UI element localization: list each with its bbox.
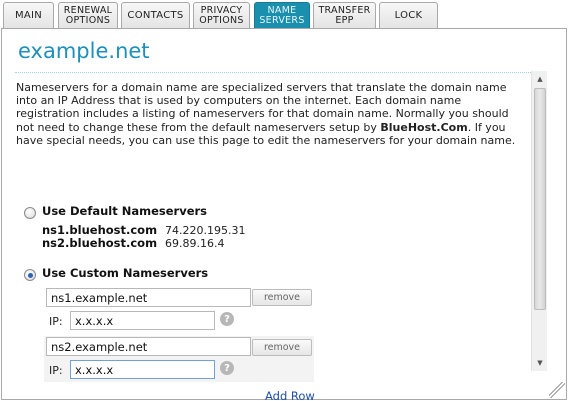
tab-privacy-options[interactable]: PRIVACY OPTIONS	[193, 2, 250, 28]
tab-contacts[interactable]: CONTACTS	[121, 2, 190, 28]
default-ns2-ip: 69.89.16.4	[165, 237, 225, 250]
resize-grip-icon[interactable]	[549, 382, 565, 398]
title-divider	[15, 72, 547, 73]
tab-lock-label: LOCK	[394, 9, 423, 21]
tab-renewal-options-label: RENEWAL OPTIONS	[63, 5, 113, 26]
description-text: Nameservers for a domain name are specia…	[16, 81, 526, 147]
help-icon[interactable]: ?	[220, 361, 234, 375]
add-row-link[interactable]: Add Row	[265, 389, 315, 400]
remove-row-1-button[interactable]: remove	[252, 289, 312, 306]
tab-transfer-epp[interactable]: TRANSFER EPP	[313, 2, 376, 28]
ip-2-input[interactable]	[70, 360, 215, 379]
custom-nameservers-label[interactable]: Use Custom Nameservers	[42, 266, 208, 280]
tab-transfer-epp-label: TRANSFER EPP	[318, 5, 371, 26]
default-nameservers-radio[interactable]	[24, 207, 36, 219]
scrollbar-thumb[interactable]	[534, 88, 546, 310]
scroll-up-arrow-icon[interactable]: ▲	[532, 71, 548, 87]
domain-title: example.net	[18, 39, 150, 63]
tab-name-servers-label: NAME SERVERS	[259, 5, 305, 26]
ip-2-label: IP:	[49, 364, 63, 377]
ip-1-label: IP:	[49, 315, 63, 328]
default-ns1-host: ns1.bluehost.com	[42, 223, 158, 237]
default-ns2-host: ns2.bluehost.com	[42, 236, 158, 250]
tab-privacy-options-label: PRIVACY OPTIONS	[199, 5, 244, 26]
tab-main-label: MAIN	[14, 9, 43, 21]
description-brand: BlueHost.Com	[380, 120, 468, 134]
tab-main[interactable]: MAIN	[3, 2, 54, 28]
ip-1-input[interactable]	[70, 311, 215, 330]
vertical-scrollbar[interactable]: ▲ ▼	[531, 71, 547, 371]
name-servers-panel: example.net Nameservers for a domain nam…	[1, 28, 567, 400]
default-ns1-ip: 74.220.195.31	[165, 224, 246, 237]
tab-renewal-options[interactable]: RENEWAL OPTIONS	[58, 2, 118, 28]
scroll-down-arrow-icon[interactable]: ▼	[532, 355, 548, 371]
tab-bar: MAIN RENEWAL OPTIONS CONTACTS PRIVACY OPTI…	[0, 0, 569, 30]
nameserver-content: Nameservers for a domain name are specia…	[14, 80, 530, 400]
tab-contacts-label: CONTACTS	[127, 9, 184, 21]
tab-lock[interactable]: LOCK	[379, 2, 438, 28]
remove-row-2-button[interactable]: remove	[252, 339, 312, 356]
help-icon[interactable]: ?	[220, 312, 234, 326]
nameserver-1-input[interactable]	[46, 288, 251, 307]
default-nameservers-label[interactable]: Use Default Nameservers	[42, 204, 207, 218]
nameserver-2-input[interactable]	[46, 337, 251, 356]
custom-nameservers-radio[interactable]	[24, 269, 36, 281]
tab-name-servers[interactable]: NAME SERVERS	[254, 2, 310, 28]
